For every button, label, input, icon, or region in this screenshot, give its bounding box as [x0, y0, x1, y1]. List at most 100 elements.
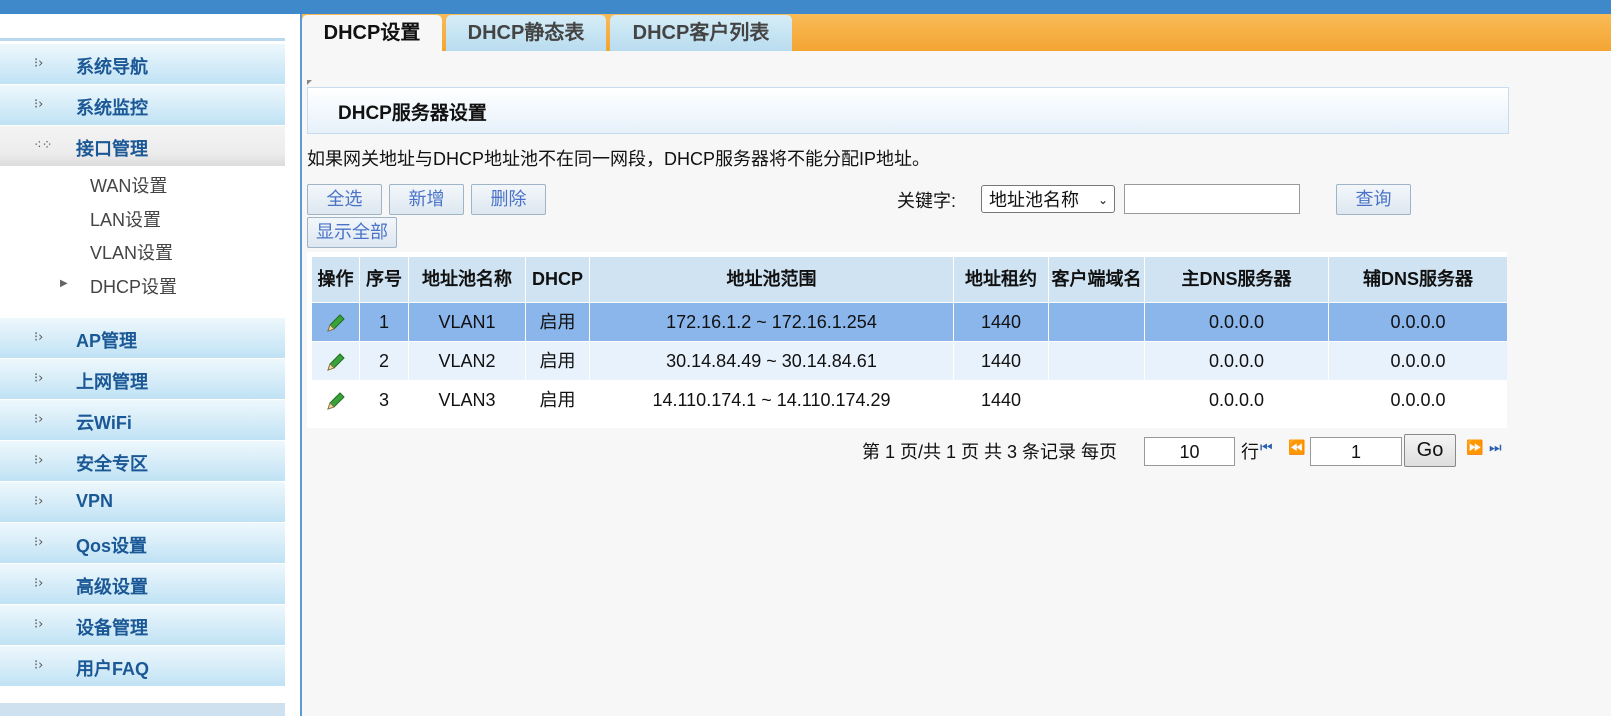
col-header-lease: 地址租约 — [954, 257, 1049, 302]
sidebar-item-label: 系统导航 — [76, 57, 148, 77]
sidebar-item-security[interactable]: ⁝› 安全专区 — [0, 441, 285, 481]
row-dns1: 0.0.0.0 — [1145, 381, 1329, 419]
sidebar-item-label: 高级设置 — [76, 577, 148, 597]
sidebar-subitem-wan[interactable]: WAN设置 — [90, 172, 167, 202]
expanded-dots-icon: ⁖⁘ — [34, 138, 53, 153]
sidebar-item-faq[interactable]: ⁝› 用户FAQ — [0, 646, 285, 686]
add-button[interactable]: 新增 — [389, 184, 464, 215]
go-button[interactable]: Go — [1404, 434, 1456, 467]
bullet-dots-icon: ⁝› — [34, 412, 44, 427]
edit-cell — [312, 381, 360, 419]
per-page-input[interactable]: 10 — [1144, 437, 1235, 466]
sidebar-item-vpn[interactable]: ⁝› VPN — [0, 482, 285, 522]
sidebar-item-interface[interactable]: ⁖⁘ 接口管理 — [0, 126, 285, 166]
sidebar-item-advanced[interactable]: ⁝› 高级设置 — [0, 564, 285, 604]
bullet-dots-icon: ⁝› — [34, 453, 44, 468]
sidebar-item-cloud-wifi[interactable]: ⁝› 云WiFi — [0, 400, 285, 440]
edit-cell — [312, 342, 360, 380]
active-arrow-icon: ▶ — [60, 278, 68, 289]
last-page-icon[interactable]: ⏭ — [1489, 440, 1502, 456]
chevron-down-icon: ⌄ — [1097, 193, 1108, 207]
sidebar-subitem-vlan[interactable]: VLAN设置 — [90, 239, 173, 269]
pencil-icon[interactable] — [324, 389, 348, 413]
sidebar-bottom-bar — [0, 703, 285, 716]
col-header-pool-name: 地址池名称 — [409, 257, 526, 302]
bullet-dots-icon: ⁝› — [34, 617, 44, 632]
page-number-input[interactable]: 1 — [1310, 437, 1402, 466]
sidebar-item-qos[interactable]: ⁝› Qos设置 — [0, 523, 285, 563]
tab-dhcp-static[interactable]: DHCP静态表 — [446, 15, 606, 51]
bullet-dots-icon: ⁝› — [34, 97, 44, 112]
show-all-button[interactable]: 显示全部 — [307, 217, 397, 248]
sidebar-top-line — [0, 38, 285, 41]
sidebar-item-device[interactable]: ⁝› 设备管理 — [0, 605, 285, 645]
bullet-dots-icon: ⁝› — [34, 535, 44, 550]
sidebar-item-system-monitor[interactable]: ⁝› 系统监控 — [0, 85, 285, 125]
section-title: DHCP服务器设置 — [338, 103, 487, 124]
row-pool-name: VLAN1 — [409, 303, 526, 341]
keyword-label: 关键字: — [897, 191, 957, 211]
col-header-dns2: 辅DNS服务器 — [1329, 257, 1507, 302]
search-button[interactable]: 查询 — [1336, 184, 1411, 215]
pager-summary: 第 1 页/共 1 页 共 3 条记录 每页 — [862, 442, 1118, 462]
row-domain — [1049, 381, 1145, 419]
sidebar-item-label: 用户FAQ — [76, 659, 150, 679]
bullet-dots-icon: ⁝› — [34, 56, 44, 71]
row-index: 3 — [360, 381, 409, 419]
keyword-select-value: 地址池名称 — [989, 190, 1079, 210]
row-pool-name: VLAN3 — [409, 381, 526, 419]
first-page-icon[interactable]: ⏮ — [1260, 440, 1273, 456]
sidebar-item-label: 设备管理 — [76, 618, 148, 638]
tab-dhcp-settings[interactable]: DHCP设置 — [302, 15, 442, 51]
keyword-select[interactable]: 地址池名称 ⌄ — [981, 185, 1115, 213]
corner-mark — [307, 80, 312, 85]
pencil-icon[interactable] — [324, 350, 348, 374]
top-bar — [0, 0, 1611, 14]
row-range: 14.110.174.1 ~ 14.110.174.29 — [590, 381, 954, 419]
col-header-action: 操作 — [312, 257, 360, 302]
row-range: 30.14.84.49 ~ 30.14.84.61 — [590, 342, 954, 380]
edit-cell — [312, 303, 360, 341]
sidebar-subitem-dhcp[interactable]: DHCP设置 — [90, 273, 177, 303]
row-dns2: 0.0.0.0 — [1390, 390, 1446, 410]
sidebar-item-label: 云WiFi — [76, 413, 132, 433]
row-lease: 1440 — [954, 381, 1049, 419]
sidebar-item-internet[interactable]: ⁝› 上网管理 — [0, 359, 285, 399]
row-dhcp: 启用 — [526, 381, 590, 419]
section-header: DHCP服务器设置 — [307, 87, 1509, 134]
prev-page-icon[interactable]: ⏪ — [1288, 440, 1305, 456]
row-index: 1 — [360, 303, 409, 341]
delete-button[interactable]: 删除 — [471, 184, 546, 215]
row-dhcp: 启用 — [526, 303, 590, 341]
col-header-range: 地址池范围 — [590, 257, 954, 302]
sidebar-item-label: 上网管理 — [76, 372, 148, 392]
select-all-button[interactable]: 全选 — [307, 184, 382, 215]
sidebar-item-ap[interactable]: ⁝› AP管理 — [0, 318, 285, 358]
bullet-dots-icon: ⁝› — [34, 371, 44, 386]
row-dns1: 0.0.0.0 — [1145, 342, 1329, 380]
sidebar: ⁝› 系统导航 ⁝› 系统监控 ⁖⁘ 接口管理 WAN设置 LAN设置 VLAN… — [0, 14, 302, 716]
bullet-dots-icon: ⁝› — [34, 658, 44, 673]
row-index: 2 — [360, 342, 409, 380]
sidebar-item-label: 接口管理 — [76, 139, 148, 159]
next-page-icon[interactable]: ⏩ — [1466, 440, 1483, 456]
col-header-dhcp: DHCP — [526, 257, 590, 302]
row-range: 172.16.1.2 ~ 172.16.1.254 — [590, 303, 954, 341]
row-domain — [1049, 303, 1145, 341]
row-dns1: 0.0.0.0 — [1145, 303, 1329, 341]
sidebar-item-system-nav[interactable]: ⁝› 系统导航 — [0, 44, 285, 84]
table-row[interactable]: 2 VLAN2 启用 30.14.84.49 ~ 30.14.84.61 144… — [312, 342, 1507, 380]
pencil-icon[interactable] — [324, 311, 348, 335]
row-domain — [1049, 342, 1145, 380]
sidebar-subitem-lan[interactable]: LAN设置 — [90, 206, 161, 236]
table-row[interactable]: 3 VLAN3 启用 14.110.174.1 ~ 14.110.174.29 … — [312, 381, 1507, 419]
row-dns2: 0.0.0.0 — [1390, 312, 1446, 332]
rows-unit-label: 行 — [1241, 442, 1259, 462]
sidebar-item-label: VPN — [76, 491, 114, 511]
sidebar-item-label: 安全专区 — [76, 454, 148, 474]
tab-dhcp-clients[interactable]: DHCP客户列表 — [610, 15, 792, 51]
sidebar-item-label: 系统监控 — [76, 98, 148, 118]
table-row[interactable]: 1 VLAN1 启用 172.16.1.2 ~ 172.16.1.254 144… — [312, 303, 1507, 341]
keyword-input[interactable] — [1124, 184, 1300, 214]
bullet-dots-icon: ⁝› — [34, 494, 44, 509]
